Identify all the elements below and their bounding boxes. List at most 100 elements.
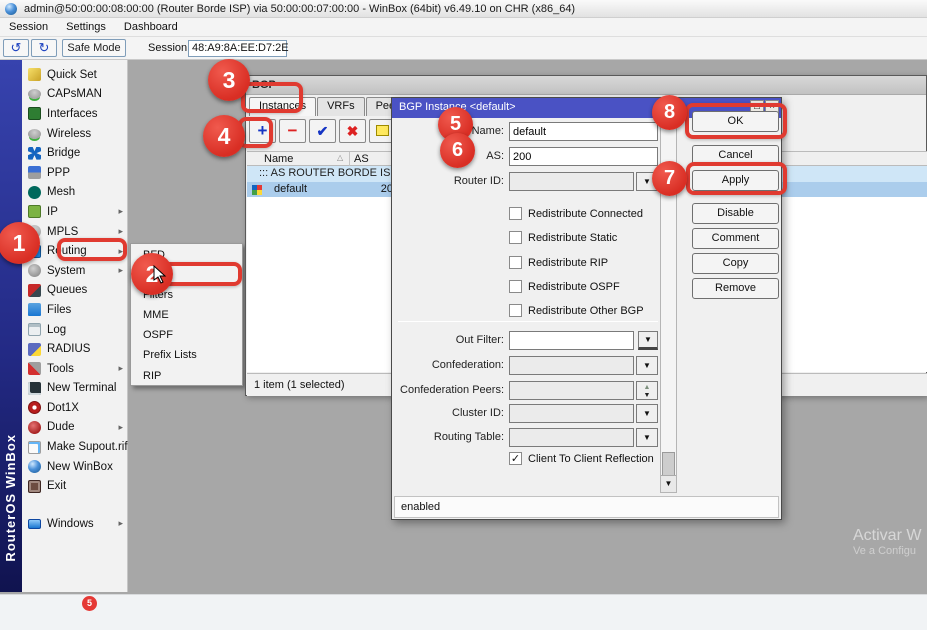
undo-icon[interactable]: ↺: [3, 39, 29, 57]
sidebar-item-log[interactable]: Log: [22, 320, 127, 340]
scrollbar-thumb[interactable]: [662, 452, 675, 476]
wand-icon: [28, 68, 41, 81]
router-id-input[interactable]: [509, 172, 634, 191]
annotation-box-routing: [57, 238, 127, 261]
sidebar-item-dot1x[interactable]: Dot1X: [22, 398, 127, 418]
out-filter-input[interactable]: [509, 331, 634, 350]
step-6-badge: 6: [440, 133, 475, 168]
copy-button[interactable]: Copy: [692, 253, 779, 274]
network-card-icon: [28, 107, 41, 120]
sidebar-item-tools[interactable]: Tools▸: [22, 359, 127, 379]
column-name[interactable]: Name: [264, 153, 293, 165]
client-to-client-reflection-checkbox[interactable]: ✓ Client To Client Reflection: [509, 451, 654, 466]
session-value-field[interactable]: 48:A9:8A:EE:D7:2E: [188, 40, 287, 57]
spinner-icon[interactable]: ▲▼: [636, 381, 658, 400]
confederation-label: Confederation:: [392, 359, 504, 371]
remove-icon[interactable]: −: [279, 119, 306, 143]
brand-vertical-text: RouterOS WinBox: [3, 434, 18, 562]
safe-mode-button[interactable]: Safe Mode: [62, 39, 126, 57]
target-icon: [28, 401, 41, 414]
redistribute-rip-checkbox[interactable]: Redistribute RIP: [509, 255, 608, 270]
desktop: admin@50:00:00:08:00:00 (Router Borde IS…: [0, 0, 927, 630]
folder-icon: [28, 303, 41, 316]
redo-icon[interactable]: ↻: [31, 39, 57, 57]
step-1-badge: 1: [0, 222, 40, 264]
queues-icon: [28, 284, 41, 297]
sidebar-item-bridge[interactable]: Bridge: [22, 143, 127, 163]
sidebar-item-wireless[interactable]: Wireless: [22, 124, 127, 144]
as-input[interactable]: [509, 147, 658, 166]
redistribute-static-checkbox[interactable]: Redistribute Static: [509, 230, 617, 245]
menu-session[interactable]: Session: [0, 21, 57, 33]
activation-watermark: Activar W Ve a Configu: [853, 527, 921, 557]
menubar: Session Settings Dashboard: [0, 18, 927, 37]
submenu-item-mme[interactable]: MME: [131, 305, 242, 325]
mesh-icon: [28, 186, 41, 199]
sidebar-item-interfaces[interactable]: Interfaces: [22, 104, 127, 124]
cluster-id-label: Cluster ID:: [392, 407, 504, 419]
sidebar-item-windows[interactable]: Windows▸: [22, 514, 127, 534]
confederation-peers-label: Confederation Peers:: [392, 384, 504, 396]
disable-icon[interactable]: ✖: [339, 119, 366, 143]
submenu-item-ospf[interactable]: OSPF: [131, 325, 242, 345]
redistribute-other-bgp-checkbox[interactable]: Redistribute Other BGP: [509, 303, 644, 318]
routing-table-input[interactable]: [509, 428, 634, 447]
separator: [398, 321, 658, 322]
dropdown-arrow-icon[interactable]: ▼: [636, 428, 658, 447]
dialog-status-bar: enabled: [394, 496, 779, 518]
app-toolbar: ↺ ↻ Safe Mode Session: 48:A9:8A:EE:D7:2E: [0, 37, 927, 60]
step-8-badge: 8: [652, 95, 687, 130]
sidebar-item-new-winbox[interactable]: New WinBox: [22, 457, 127, 477]
sidebar-item-files[interactable]: Files: [22, 300, 127, 320]
redistribute-connected-checkbox[interactable]: Redistribute Connected: [509, 206, 643, 221]
submenu-arrow-icon: ▸: [118, 206, 123, 217]
winbox-ball-icon: [28, 460, 41, 473]
checked-checkbox-icon: ✓: [509, 452, 522, 465]
enable-icon[interactable]: ✔: [309, 119, 336, 143]
sidebar-item-ip[interactable]: IP▸: [22, 202, 127, 222]
window-title: admin@50:00:00:08:00:00 (Router Borde IS…: [24, 3, 575, 15]
exit-icon: [28, 480, 41, 493]
menu-dashboard[interactable]: Dashboard: [115, 21, 187, 33]
users-icon: [28, 343, 41, 356]
comment-button[interactable]: Comment: [692, 228, 779, 249]
tools-icon: [28, 362, 41, 375]
sidebar-item-ppp[interactable]: PPP: [22, 163, 127, 183]
dropdown-arrow-icon[interactable]: ▼: [636, 356, 658, 375]
scroll-down-icon[interactable]: ▼: [661, 475, 676, 492]
column-as[interactable]: AS: [354, 153, 369, 165]
bgp-window-title: BGP: [246, 76, 926, 95]
submenu-item-rip[interactable]: RIP: [131, 366, 242, 386]
sidebar-item-radius[interactable]: RADIUS: [22, 339, 127, 359]
page-icon: [28, 441, 41, 454]
sidebar-item-capsman[interactable]: CAPsMAN: [22, 85, 127, 105]
sidebar-item-queues[interactable]: Queues: [22, 281, 127, 301]
load-arrow-icon[interactable]: ▼: [638, 331, 658, 350]
submenu-item-prefix-lists[interactable]: Prefix Lists: [131, 345, 242, 365]
cluster-id-input[interactable]: [509, 404, 634, 423]
name-input[interactable]: [509, 122, 658, 141]
dude-icon: [28, 421, 41, 434]
sidebar-item-mesh[interactable]: Mesh: [22, 183, 127, 203]
confederation-peers-input[interactable]: [509, 381, 634, 400]
instance-icon: [252, 185, 262, 195]
sidebar-item-exit[interactable]: Exit: [22, 476, 127, 496]
sidebar-item-new-terminal[interactable]: New Terminal: [22, 379, 127, 399]
step-3-badge: 3: [208, 59, 250, 101]
router-id-label: Router ID:: [392, 175, 504, 187]
annotation-box-ok: [685, 103, 787, 139]
sidebar-item-make-supout[interactable]: Make Supout.rif: [22, 437, 127, 457]
sidebar-item-dude[interactable]: Dude▸: [22, 418, 127, 438]
sidebar-item-quick-set[interactable]: Quick Set: [22, 65, 127, 85]
submenu-arrow-icon: ▸: [118, 265, 123, 276]
remove-button[interactable]: Remove: [692, 278, 779, 299]
submenu-arrow-icon: ▸: [118, 226, 123, 237]
sidebar-item-system[interactable]: System▸: [22, 261, 127, 281]
confederation-input[interactable]: [509, 356, 634, 375]
redistribute-ospf-checkbox[interactable]: Redistribute OSPF: [509, 279, 620, 294]
disable-button[interactable]: Disable: [692, 203, 779, 224]
menu-settings[interactable]: Settings: [57, 21, 115, 33]
dropdown-arrow-icon[interactable]: ▼: [636, 404, 658, 423]
annotation-box-instances: [241, 82, 303, 113]
tab-vrfs[interactable]: VRFs: [317, 97, 365, 116]
